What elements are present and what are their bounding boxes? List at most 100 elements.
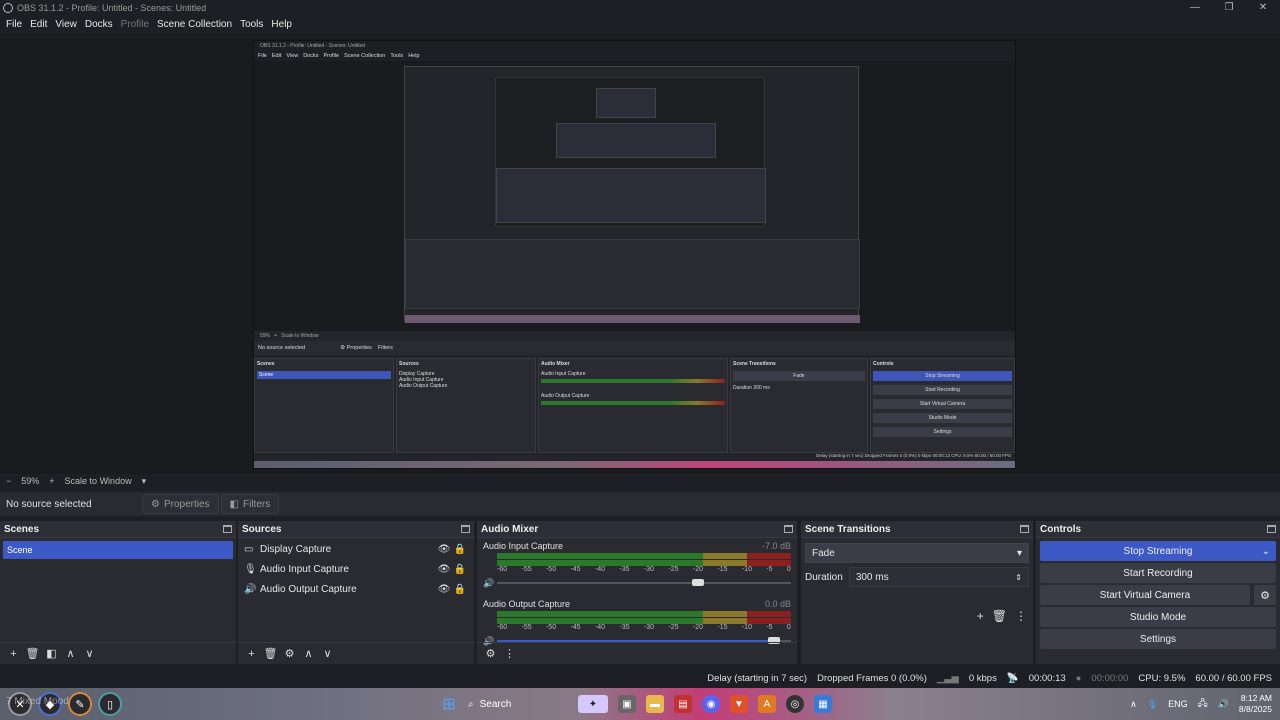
trash-icon[interactable]: 🗑	[23, 647, 42, 660]
stop-streaming-button[interactable]: Stop Streaming ⌄	[1040, 541, 1276, 561]
undock-icon[interactable]	[223, 525, 232, 533]
source-row[interactable]: 🎙 Audio Input Capture 👁 🔒	[238, 559, 474, 579]
studio-mode-button[interactable]: Studio Mode	[1040, 607, 1276, 627]
menu-tools[interactable]: Tools	[236, 19, 267, 30]
zoom-in-button[interactable]: +	[49, 476, 54, 486]
maximize-button[interactable]: ❐	[1212, 0, 1246, 15]
gear-icon[interactable]: ⚙	[280, 647, 299, 660]
obs-icon[interactable]: ◎	[786, 695, 804, 713]
move-up-button[interactable]: ∧	[299, 647, 318, 660]
menu-docks[interactable]: Docks	[81, 19, 117, 30]
filters-button[interactable]: ◧ Filters	[220, 494, 280, 514]
gear-icon: ⚙	[151, 498, 160, 510]
battery-icon[interactable]: ▯	[98, 692, 122, 716]
scale-mode[interactable]: Scale to Window	[65, 476, 132, 486]
lock-icon[interactable]: 🔒	[452, 544, 468, 555]
volume-slider[interactable]	[497, 579, 791, 586]
discord-icon[interactable]: ◉	[702, 695, 720, 713]
app-grid-icon[interactable]: ▦	[814, 695, 832, 713]
undock-icon[interactable]	[784, 525, 793, 533]
menu-bar: File Edit View Docks Profile Scene Colle…	[0, 15, 1280, 33]
menu-edit[interactable]: Edit	[26, 19, 51, 30]
network-icon[interactable]: 🖧	[1198, 696, 1208, 712]
move-down-button[interactable]: ∨	[80, 647, 99, 660]
transition-select[interactable]: Fade ▾	[805, 543, 1029, 563]
more-menu-icon[interactable]: ⋮	[500, 647, 519, 660]
menu-view[interactable]: View	[51, 19, 81, 30]
level-meter	[497, 611, 791, 617]
chevron-down-icon[interactable]: ⌄	[1262, 546, 1270, 557]
no-source-label: No source selected	[6, 498, 92, 510]
trash-icon[interactable]: 🗑	[992, 609, 1007, 623]
channel-name: Audio Input Capture	[483, 541, 564, 551]
audio-mixer-dock: Audio Mixer Audio Input Capture -7.0 dB -…	[477, 521, 797, 664]
gear-icon[interactable]: ⚙	[1254, 585, 1276, 605]
eye-icon[interactable]: 👁	[436, 584, 452, 595]
menu-file[interactable]: File	[2, 19, 26, 30]
file-icon[interactable]: ▣	[618, 695, 636, 713]
undock-icon[interactable]	[461, 525, 470, 533]
sources-title: Sources	[242, 523, 282, 535]
minimize-button[interactable]: —	[1178, 0, 1212, 15]
volume-icon[interactable]: 🔊	[1218, 699, 1229, 710]
taskbar-search[interactable]: ⌕ Search	[468, 693, 568, 715]
start-recording-button[interactable]: Start Recording	[1040, 563, 1276, 583]
nested-preview-recursive	[404, 66, 860, 323]
scene-transitions-dock: Scene Transitions Fade ▾ Duration 300 ms ⇕ …	[801, 521, 1033, 664]
app-a-icon[interactable]: A	[758, 695, 776, 713]
add-scene-button[interactable]: +	[4, 648, 23, 660]
dock-area: Scenes Scene + 🗑 ◧ ∧ ∨ Sources ▭ Display…	[0, 521, 1280, 664]
move-down-button[interactable]: ∨	[318, 647, 337, 660]
stream-icon: 📡	[1006, 672, 1019, 684]
stepper-icon[interactable]: ⇕	[1015, 573, 1022, 582]
add-transition-button[interactable]: +	[977, 609, 984, 623]
close-button[interactable]: ✕	[1246, 0, 1280, 15]
undock-icon[interactable]	[1020, 525, 1029, 533]
news-app-icon[interactable]: ▤	[674, 695, 692, 713]
window-title: OBS 31.1.2 - Profile: Untitled - Scenes:…	[17, 2, 207, 13]
chevron-up-icon[interactable]: ∧	[1130, 699, 1137, 710]
windows-start-icon[interactable]: ⊞	[440, 695, 458, 713]
trash-icon[interactable]: 🗑	[261, 647, 280, 660]
scene-item[interactable]: Scene	[3, 541, 233, 559]
chevron-down-icon[interactable]: ▾	[142, 476, 147, 487]
lock-icon[interactable]: 🔒	[452, 564, 468, 575]
add-source-button[interactable]: +	[242, 648, 261, 660]
record-time: 00:00:00	[1091, 672, 1129, 684]
app-icon-1[interactable]: ✦	[578, 695, 608, 713]
speaker-icon[interactable]: 🔊	[483, 578, 497, 589]
properties-button[interactable]: ⚙ Properties	[142, 494, 219, 514]
menu-profile[interactable]: Profile	[117, 19, 153, 30]
start-virtual-camera-button[interactable]: Start Virtual Camera ⚙	[1040, 585, 1276, 605]
overlay-text: 7 Mixed Mood	[6, 696, 69, 707]
eye-icon[interactable]: 👁	[436, 544, 452, 555]
meter-ticks: -60 -55 -50 -45 -40 -35 -30 -25 -20 -15 -10 -5 0	[497, 566, 791, 573]
microphone-icon[interactable]: 🎙	[1147, 699, 1158, 710]
source-row[interactable]: 🔊 Audio Output Capture 👁 🔒	[238, 579, 474, 599]
speaker-icon: 🔊	[244, 583, 257, 595]
source-row[interactable]: ▭ Display Capture 👁 🔒	[238, 539, 474, 559]
volume-knob[interactable]	[692, 579, 704, 586]
signal-icon: ▁▃▅	[936, 672, 959, 684]
folder-icon[interactable]: ▬	[646, 695, 664, 713]
brave-icon[interactable]: ▼	[730, 695, 748, 713]
clock[interactable]: 8:12 AM 8/8/2025	[1239, 693, 1272, 715]
mixer-channel: Audio Input Capture -7.0 dB -60 -55 -50 -45-…	[477, 539, 797, 591]
duration-label: Duration	[805, 571, 843, 583]
zoom-out-button[interactable]: −	[6, 476, 11, 486]
eye-icon[interactable]: 👁	[436, 564, 452, 575]
undock-icon[interactable]	[1267, 525, 1276, 533]
mixer-settings-icon[interactable]: ⚙	[481, 647, 500, 660]
program-preview[interactable]: OBS 31.1.2 - Profile: Untitled - Scenes:…	[253, 40, 1016, 469]
filter-icon[interactable]: ◧	[42, 647, 61, 660]
lock-icon[interactable]: 🔒	[452, 584, 468, 595]
zoom-value: 59%	[21, 476, 40, 486]
settings-button[interactable]: Settings	[1040, 629, 1276, 649]
menu-scene-collection[interactable]: Scene Collection	[153, 19, 236, 30]
more-menu-icon[interactable]: ⋮	[1015, 609, 1027, 623]
duration-field[interactable]: 300 ms ⇕	[848, 567, 1029, 587]
move-up-button[interactable]: ∧	[61, 647, 80, 660]
menu-help[interactable]: Help	[267, 19, 296, 30]
pencil-icon[interactable]: ✎	[68, 692, 92, 716]
language[interactable]: ENG	[1168, 699, 1188, 709]
